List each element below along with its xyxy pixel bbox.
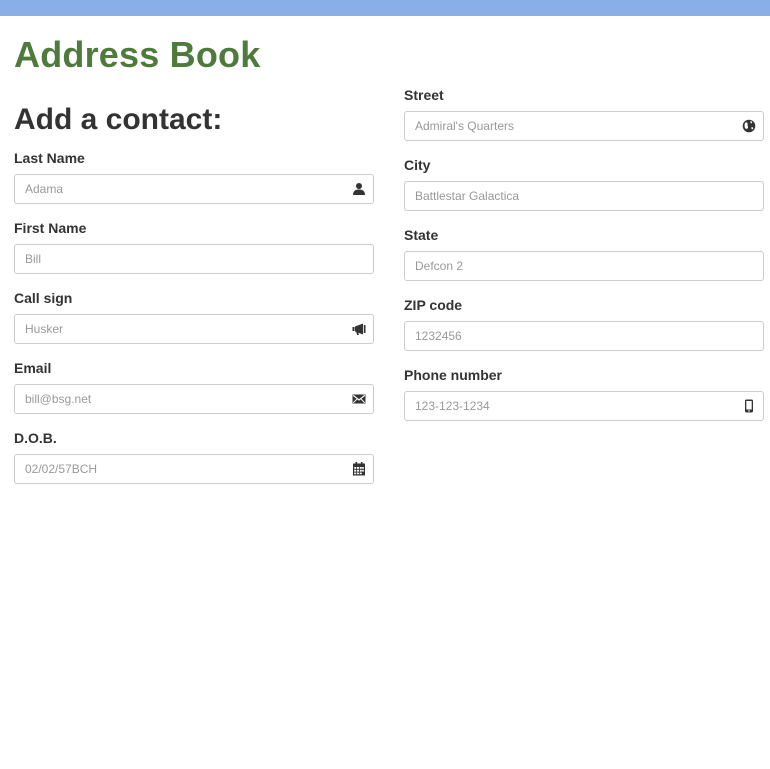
phone-number-input-wrap <box>404 391 764 421</box>
state-input[interactable] <box>404 251 764 281</box>
first-name-label: First Name <box>14 220 87 236</box>
street-label: Street <box>404 87 444 103</box>
zip-code-input-wrap <box>404 321 764 351</box>
city-label: City <box>404 157 431 173</box>
first-name-input-wrap <box>14 244 374 274</box>
last-name-input[interactable] <box>14 174 374 204</box>
app-title: Address Book <box>14 34 261 75</box>
envelope-icon <box>352 392 366 406</box>
phone-number-label: Phone number <box>404 367 503 383</box>
city-field: City <box>404 156 764 211</box>
state-label: State <box>404 227 439 243</box>
calendar-icon <box>352 462 366 476</box>
dob-input[interactable] <box>14 454 374 484</box>
user-icon <box>352 182 366 196</box>
dob-input-wrap <box>14 454 374 484</box>
state-input-wrap <box>404 251 764 281</box>
email-label: Email <box>14 360 52 376</box>
phone-number-field: Phone number <box>404 366 764 421</box>
call-sign-field: Call sign <box>14 289 374 344</box>
email-field: Email <box>14 359 374 414</box>
zip-code-input[interactable] <box>404 321 764 351</box>
street-field: Street <box>404 86 764 141</box>
first-name-input[interactable] <box>14 244 374 274</box>
street-input-wrap <box>404 111 764 141</box>
last-name-label: Last Name <box>14 150 85 166</box>
first-name-field: First Name <box>14 219 374 274</box>
last-name-field: Last Name <box>14 149 374 204</box>
call-sign-input-wrap <box>14 314 374 344</box>
zip-code-label: ZIP code <box>404 297 463 313</box>
city-input[interactable] <box>404 181 764 211</box>
call-sign-input[interactable] <box>14 314 374 344</box>
top-bar <box>0 0 770 16</box>
zip-code-field: ZIP code <box>404 296 764 351</box>
dob-field: D.O.B. <box>14 429 374 484</box>
last-name-input-wrap <box>14 174 374 204</box>
call-sign-label: Call sign <box>14 290 73 306</box>
email-input[interactable] <box>14 384 374 414</box>
phone-number-input[interactable] <box>404 391 764 421</box>
state-field: State <box>404 226 764 281</box>
megaphone-icon <box>352 322 366 336</box>
dob-label: D.O.B. <box>14 430 57 446</box>
section-title: Add a contact: <box>14 103 223 136</box>
globe-icon <box>742 119 756 133</box>
phone-icon <box>742 399 756 413</box>
street-input[interactable] <box>404 111 764 141</box>
email-input-wrap <box>14 384 374 414</box>
city-input-wrap <box>404 181 764 211</box>
